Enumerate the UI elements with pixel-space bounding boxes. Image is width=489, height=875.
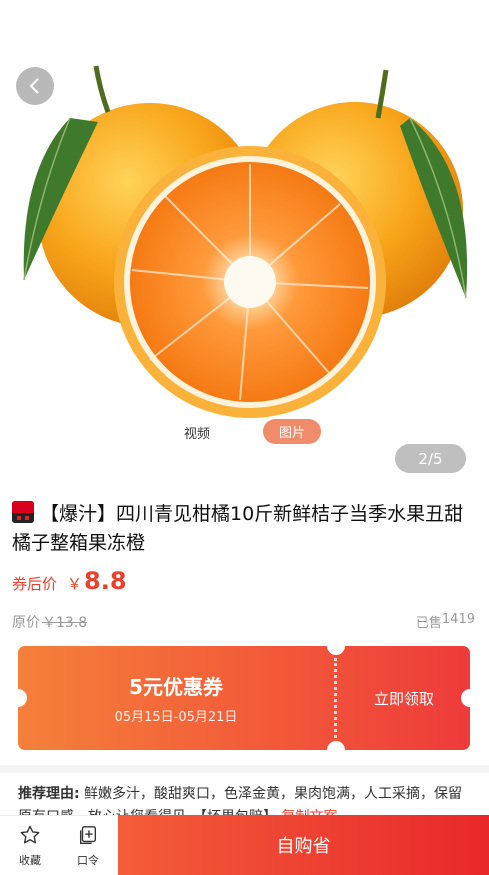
code-button[interactable]: 口令	[68, 824, 108, 870]
coupon-divider	[334, 658, 337, 738]
reason-label: 推荐理由:	[18, 786, 80, 802]
code-label: 口令	[77, 854, 99, 867]
coupon-info: 5元优惠券 05月15日-05月21日	[18, 646, 334, 750]
price-currency: ￥	[67, 575, 83, 593]
page-indicator: 2/5	[395, 444, 466, 473]
price-label: 券后价	[12, 575, 58, 593]
coupon-title: 5元优惠券	[129, 675, 223, 699]
product-title-text: 【爆汁】四川青见柑橘10斤新鲜桔子当季水果丑甜橘子整箱果冻橙	[12, 503, 464, 554]
tab-video[interactable]: 视频	[170, 421, 224, 443]
tmall-store-icon	[12, 501, 34, 523]
price-value: 8.8	[84, 567, 127, 595]
original-price-label: 原价	[12, 615, 40, 631]
tab-photo[interactable]: 图片	[263, 419, 321, 444]
sold-label: 已售	[415, 616, 442, 631]
self-buy-button[interactable]: 自购省	[118, 815, 489, 875]
product-image-gallery[interactable]: 视频 图片 2/5	[0, 0, 489, 478]
chevron-left-icon	[29, 78, 39, 94]
favorite-button[interactable]: 收藏	[10, 824, 50, 870]
product-photo	[23, 65, 468, 418]
product-title: 【爆汁】四川青见柑橘10斤新鲜桔子当季水果丑甜橘子整箱果冻橙	[12, 500, 474, 558]
section-divider	[0, 765, 489, 773]
code-icon	[79, 826, 97, 844]
sold-count: 已售 1419	[416, 612, 475, 631]
original-price: ￥13.8	[42, 615, 88, 631]
star-icon	[20, 825, 40, 844]
original-price-row: 原价 ￥13.8	[12, 612, 87, 632]
coupon-date-range: 05月15日-05月21日	[114, 710, 238, 725]
back-button[interactable]	[16, 67, 54, 105]
claim-coupon-button[interactable]: 立即领取	[338, 646, 470, 750]
price-row: 券后价 ￥ 8.8	[12, 567, 127, 595]
coupon-card[interactable]: 5元优惠券 05月15日-05月21日 立即领取	[18, 646, 470, 750]
favorite-label: 收藏	[19, 854, 41, 867]
sold-value: 1419	[441, 612, 475, 627]
media-tabs: 视频 图片	[0, 419, 489, 445]
